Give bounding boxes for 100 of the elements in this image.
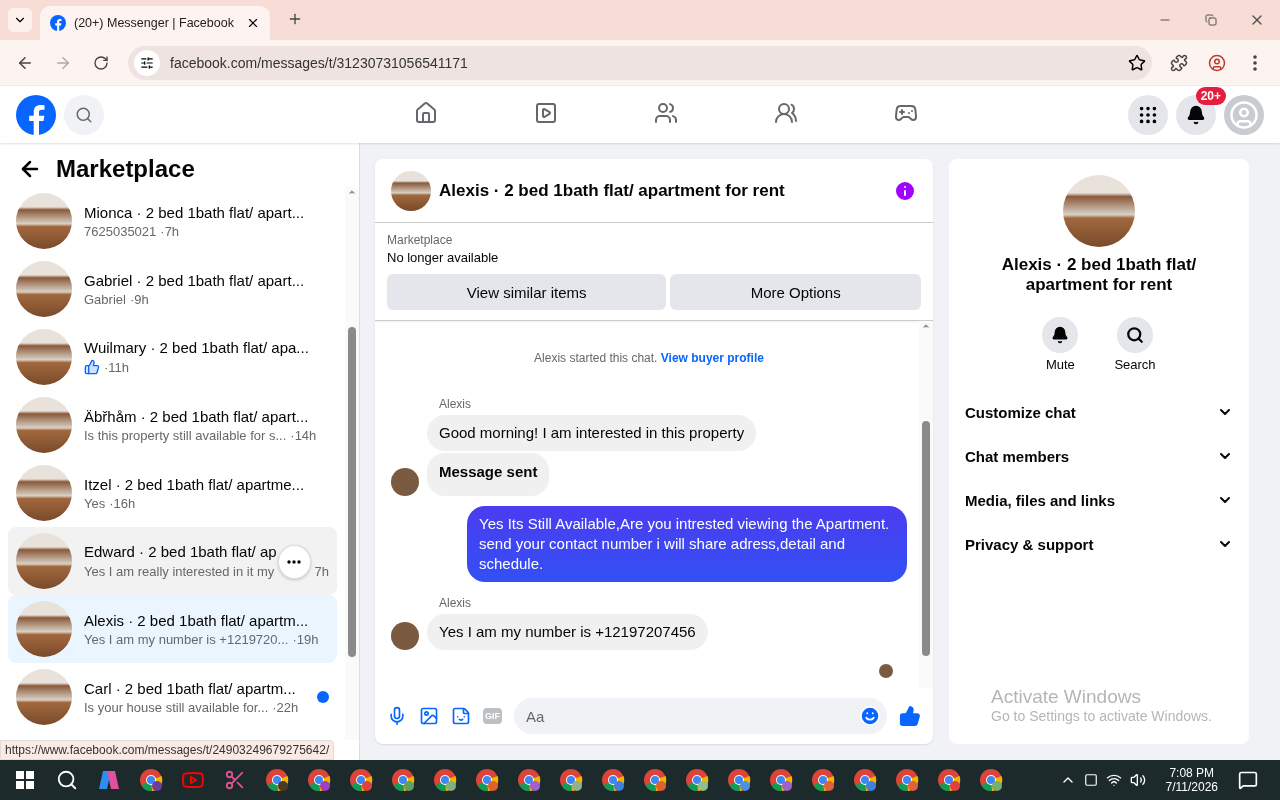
conversation-title: Edward · 2 bed 1bath flat/ ap (84, 543, 278, 560)
message-time: 7h (314, 563, 329, 579)
photo-placeholder (16, 193, 72, 249)
conversation-item[interactable]: Edward · 2 bed 1bath flat/ ap Yes I am really interested in it my 7h (8, 527, 337, 595)
scroll-up-icon[interactable] (347, 187, 357, 197)
more-icon (1253, 54, 1257, 71)
message-preview: 7625035021 (84, 223, 157, 239)
chrome-icon[interactable] (853, 768, 877, 792)
buyer-profile-link[interactable]: View buyer profile (660, 351, 764, 365)
more-icon (287, 560, 302, 564)
volume-icon[interactable] (1129, 772, 1146, 788)
photo-placeholder (16, 601, 72, 657)
avatar (391, 622, 419, 650)
chrome-icon[interactable] (391, 768, 415, 792)
microphone-button[interactable] (387, 706, 407, 726)
action-label: Search (1114, 357, 1156, 372)
windows-icon (16, 771, 34, 789)
bell-icon (1051, 326, 1070, 344)
sticker-button[interactable] (451, 706, 471, 726)
chrome-icon[interactable] (685, 768, 709, 792)
puzzle-icon (1170, 53, 1188, 72)
activation-text: Go to Settings to activate Windows. (991, 708, 1212, 724)
chrome-icon[interactable] (811, 768, 835, 792)
scroll-up-icon[interactable] (921, 321, 931, 331)
image-button[interactable] (419, 706, 439, 726)
message-time: ·11h (104, 359, 130, 375)
chrome-icon[interactable] (769, 768, 793, 792)
message-time: ·22h (272, 699, 299, 715)
bookmark-star-icon[interactable] (1128, 53, 1146, 72)
sender-name: Alexis (439, 397, 472, 411)
facebook-logo[interactable] (16, 94, 56, 135)
details-section[interactable]: Media, files and links (965, 478, 1233, 522)
conversation-title: Alexis · 2 bed 1bath flat/ apartm... (84, 611, 310, 629)
action-button[interactable]: More Options (670, 274, 921, 310)
notifications-icon[interactable] (1238, 770, 1258, 790)
action-button[interactable]: View similar items (387, 274, 667, 310)
chrome-icon[interactable] (979, 768, 1003, 792)
conversation-item[interactable]: Alexis · 2 bed 1bath flat/ apartm... Yes I am my number is +1219720... ·19h (8, 595, 337, 663)
scrollbar-thumb[interactable] (922, 421, 930, 656)
message-preview: Is this property still available for s... (84, 427, 287, 443)
restore-icon (1205, 14, 1217, 26)
chrome-icon[interactable] (937, 768, 961, 792)
scrollbar-thumb[interactable] (348, 327, 356, 657)
photo-placeholder (16, 397, 72, 453)
chrome-icon[interactable] (139, 768, 163, 792)
conversation-item[interactable]: Äbřhåm · 2 bed 1bath flat/ apart... Is this property still available for s... ·14h (8, 391, 337, 459)
message-bubble: Yes I am my number is +12197207456 (427, 614, 708, 650)
message-time: ·16h (109, 495, 136, 511)
message-time: ·7h (160, 223, 180, 239)
conversation-item[interactable]: Carl · 2 bed 1bath flat/ apartm... Is your house still available for... ·22h (8, 663, 337, 731)
menu-button[interactable] (1128, 94, 1168, 135)
chrome-icon[interactable] (433, 768, 457, 792)
chrome-icon[interactable] (643, 768, 667, 792)
chrome-icon[interactable] (265, 768, 289, 792)
network-icon[interactable] (1105, 772, 1122, 788)
chrome-icon[interactable] (475, 768, 499, 792)
message-time: ·9h (129, 291, 149, 307)
conversation-title: Itzel · 2 bed 1bath flat/ apartme... (84, 475, 306, 493)
chrome-icon[interactable] (517, 768, 541, 792)
chrome-icon[interactable] (895, 768, 919, 792)
tray-icon[interactable] (1083, 773, 1098, 787)
chat-start-notice: Alexis started this chat. View buyer profile (533, 351, 765, 365)
emoji-button[interactable] (859, 705, 881, 727)
details-title: Alexis · 2 bed 1bath flat/ apartment for rent (1000, 255, 1198, 295)
tab-list-button[interactable] (8, 8, 32, 32)
details-section[interactable]: Privacy & support (965, 522, 1233, 566)
conversation-item[interactable]: Gabriel · 2 bed 1bath flat/ apart... Gabriel ·9h (8, 255, 337, 323)
message-field[interactable]: Aa (514, 698, 887, 734)
conversation-item[interactable]: Mionca · 2 bed 1bath flat/ apart... 7625035021 ·7h (8, 187, 337, 255)
image-icon (419, 706, 439, 726)
conversation-title: Äbřhåm · 2 bed 1bath flat/ apart... (84, 407, 310, 425)
search-button[interactable] (1117, 317, 1153, 353)
taskbar-clock[interactable]: 7:08 PM 7/11/2026 (1153, 766, 1230, 794)
address-bar[interactable]: facebook.com/messages/t/31230731056541171 (128, 45, 1152, 80)
notification-badge: 20+ (1195, 86, 1226, 105)
more-button[interactable] (278, 545, 311, 579)
details-section[interactable]: Customize chat (965, 390, 1233, 434)
message-preview: Yes (84, 495, 106, 511)
scissors-icon[interactable] (224, 769, 246, 791)
listing-status: No longer available (387, 250, 500, 265)
conversation-item[interactable]: Wuilmary · 2 bed 1bath flat/ apa... ·11h (8, 323, 337, 391)
chrome-icon[interactable] (349, 768, 373, 792)
chrome-icon[interactable] (727, 768, 751, 792)
message-time: ·14h (290, 427, 317, 443)
copilot-icon[interactable] (97, 768, 121, 792)
details-section[interactable]: Chat members (965, 434, 1233, 478)
search-icon (1126, 326, 1144, 344)
conversation-item[interactable]: Itzel · 2 bed 1bath flat/ apartme... Yes ·16h (8, 459, 337, 527)
like-button[interactable] (899, 705, 921, 727)
mute-button[interactable] (1042, 317, 1079, 353)
bell-icon (1186, 104, 1206, 125)
close-icon[interactable] (246, 16, 260, 30)
chrome-icon[interactable] (559, 768, 583, 792)
search-icon (75, 105, 93, 124)
browser-tab[interactable]: (20+) Messenger | Facebook (40, 6, 270, 40)
chrome-icon[interactable] (601, 768, 625, 792)
site-info-button[interactable] (134, 49, 160, 76)
seen-avatar (879, 664, 893, 678)
message-preview: Is your house still available for... (84, 699, 269, 715)
chrome-icon[interactable] (307, 768, 331, 792)
